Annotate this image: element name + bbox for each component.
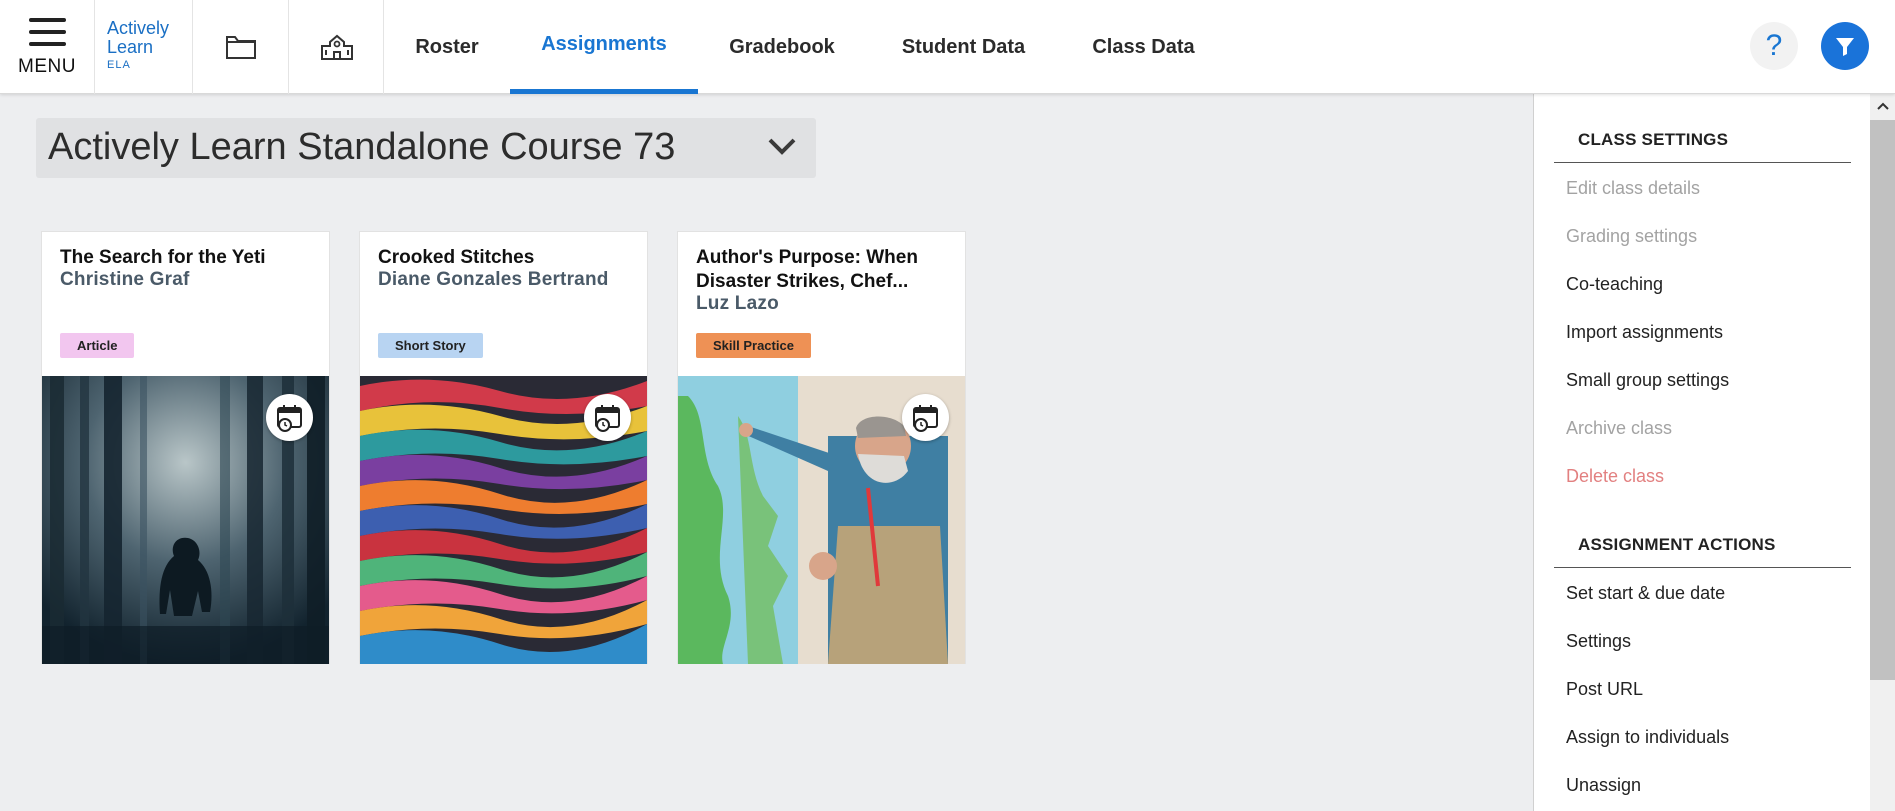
tab-class-data[interactable]: Class Data <box>1061 0 1226 94</box>
assignment-card[interactable]: Crooked Stitches Diane Gonzales Bertrand… <box>359 231 648 664</box>
co-teaching-link[interactable]: Co-teaching <box>1566 274 1663 295</box>
calendar-clock-icon <box>276 404 302 432</box>
edit-class-details-link: Edit class details <box>1566 178 1701 198</box>
chevron-up-icon <box>1876 102 1889 110</box>
card-author: Diane Gonzales Bertrand <box>378 269 609 290</box>
card-image <box>678 376 965 664</box>
tab-student-data[interactable]: Student Data <box>866 0 1061 94</box>
assignment-card[interactable]: Author's Purpose: When Disaster Strikes,… <box>677 231 966 664</box>
assignment-actions-heading: ASSIGNMENT ACTIONS <box>1578 535 1776 554</box>
card-author: Luz Lazo <box>696 293 779 314</box>
assign-to-individuals-link[interactable]: Assign to individuals <box>1566 727 1729 748</box>
hamburger-icon <box>29 18 66 46</box>
school-icon <box>320 34 353 60</box>
archive-class-link: Archive class <box>1566 418 1673 438</box>
menu-label: MENU <box>18 56 76 77</box>
schedule-button[interactable] <box>584 394 631 441</box>
delete-class-link: Delete class <box>1566 466 1665 486</box>
small-group-settings-link[interactable]: Small group settings <box>1566 370 1729 391</box>
calendar-clock-icon <box>912 404 938 432</box>
schedule-button[interactable] <box>266 394 313 441</box>
help-icon: ? <box>1765 29 1783 62</box>
help-button[interactable]: ? <box>1750 22 1798 70</box>
actively-learn-logo[interactable]: Actively Learn ELA <box>94 0 192 94</box>
assignment-card[interactable]: The Search for the Yeti Christine Graf A… <box>41 231 330 664</box>
filter-button[interactable] <box>1821 22 1869 70</box>
unassign-link[interactable]: Unassign <box>1566 775 1641 796</box>
top-nav-bar: MENU Actively Learn ELA Roster Assignmen… <box>0 0 1895 94</box>
tab-assignments[interactable]: Assignments <box>510 0 698 94</box>
course-selector[interactable]: Actively Learn Standalone Course 73 <box>36 118 816 178</box>
settings-sidebar: CLASS SETTINGS Edit class details Gradin… <box>1533 94 1895 811</box>
folder-icon <box>225 36 256 59</box>
content-type-badge: Skill Practice <box>696 333 811 358</box>
scroll-up-button[interactable] <box>1870 96 1895 116</box>
card-title: The Search for the Yeti <box>60 247 266 268</box>
card-image <box>360 376 647 664</box>
class-settings-heading: CLASS SETTINGS <box>1578 130 1729 149</box>
card-title: Crooked Stitches <box>378 247 535 268</box>
card-author: Christine Graf <box>60 269 190 290</box>
import-assignments-link[interactable]: Import assignments <box>1566 322 1723 343</box>
content-type-badge: Short Story <box>378 333 483 358</box>
scrollbar-thumb[interactable] <box>1870 120 1895 680</box>
assignment-settings-link[interactable]: Settings <box>1566 631 1631 652</box>
grading-settings-link: Grading settings <box>1566 226 1698 246</box>
schedule-button[interactable] <box>902 394 949 441</box>
post-url-link[interactable]: Post URL <box>1566 679 1643 700</box>
library-folder-button[interactable] <box>192 0 288 94</box>
content-type-badge: Article <box>60 333 135 358</box>
tab-roster[interactable]: Roster <box>383 0 511 94</box>
card-title: Author's Purpose: When Disaster Strikes,… <box>696 247 918 292</box>
calendar-clock-icon <box>594 404 620 432</box>
card-image <box>42 376 329 664</box>
chevron-down-icon <box>768 138 796 155</box>
course-title: Actively Learn Standalone Course 73 <box>48 126 676 168</box>
menu-button[interactable]: MENU <box>0 0 94 94</box>
tab-gradebook[interactable]: Gradebook <box>698 0 866 94</box>
school-button[interactable] <box>288 0 384 94</box>
set-start-due-date-link[interactable]: Set start & due date <box>1566 583 1725 604</box>
filter-icon <box>1836 38 1854 56</box>
